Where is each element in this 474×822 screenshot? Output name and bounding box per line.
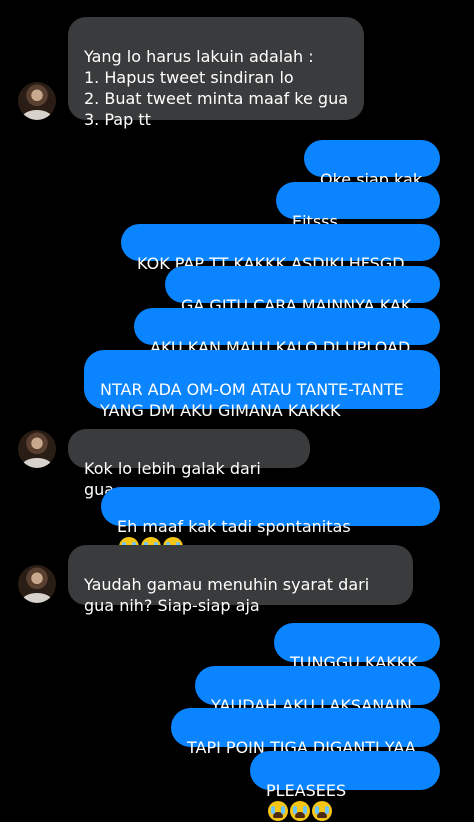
message-text: Eh maaf kak tadi spontanitas xyxy=(117,517,351,536)
message-bubble-sent[interactable]: Oke siap kak xyxy=(304,140,440,189)
message-bubble-sent[interactable]: AKU KAN MALU KALO DI UPLOAD xyxy=(134,308,440,357)
message-text: PLEASEES xyxy=(266,781,347,800)
message-text: Yang lo harus lakuin adalah : 1. Hapus t… xyxy=(84,47,349,129)
message-bubble-sent[interactable]: PLEASEES xyxy=(250,751,440,821)
chat-thread: Yang lo harus lakuin adalah : 1. Hapus t… xyxy=(0,0,474,821)
message-bubble-received[interactable]: Kok lo lebih galak dari gua xyxy=(68,429,310,499)
message-bubble-sent[interactable]: GA GITU CARA MAINNYA KAK xyxy=(165,266,440,315)
message-bubble-sent[interactable]: KOK PAP TT KAKKK ASDJKLHFSGD xyxy=(121,224,440,273)
contact-avatar[interactable] xyxy=(18,565,56,603)
message-bubble-sent[interactable]: NTAR ADA OM-OM ATAU TANTE-TANTE YANG DM … xyxy=(84,350,440,420)
message-bubble-sent[interactable]: Eh maaf kak tadi spontanitas xyxy=(101,487,440,557)
message-bubble-received[interactable]: Yang lo harus lakuin adalah : 1. Hapus t… xyxy=(68,17,364,129)
contact-avatar[interactable] xyxy=(18,82,56,120)
message-bubble-sent[interactable]: YAUDAH AKU LAKSANAIN xyxy=(195,666,440,715)
message-bubble-sent[interactable]: TAPI POIN TIGA DIGANTI YAA xyxy=(171,708,440,757)
message-bubble-received[interactable]: Yaudah gamau menuhin syarat dari gua nih… xyxy=(68,545,413,615)
message-bubble-sent[interactable]: TUNGGU KAKKK xyxy=(274,623,440,672)
loudly-crying-face-icon xyxy=(268,801,288,821)
loudly-crying-face-icon xyxy=(312,801,332,821)
contact-avatar[interactable] xyxy=(18,430,56,468)
loudly-crying-face-icon xyxy=(290,801,310,821)
message-text: Yaudah gamau menuhin syarat dari gua nih… xyxy=(84,575,370,615)
message-text: NTAR ADA OM-OM ATAU TANTE-TANTE YANG DM … xyxy=(100,380,404,420)
message-bubble-sent[interactable]: Eitsss bentar...... xyxy=(276,182,440,252)
